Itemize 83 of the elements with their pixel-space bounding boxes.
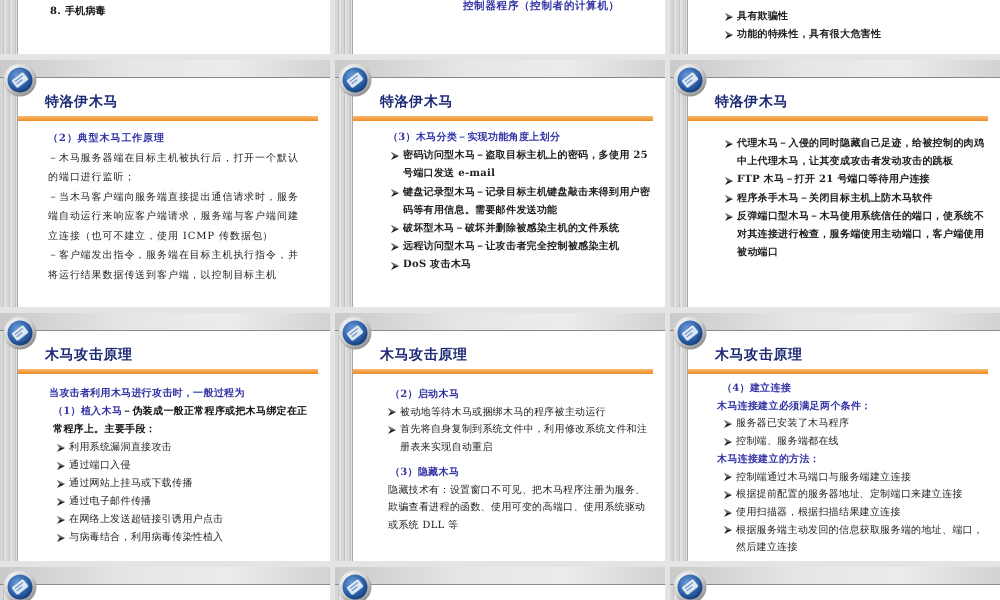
bullet-text: 利用系统漏洞直接攻击 — [69, 440, 173, 455]
slide-text: －木马服务器端在目标主机被执行后，打开一个默认的端口进行监听； — [48, 152, 300, 185]
slide-heading: （2）启动木马 — [389, 387, 460, 402]
slide-heading: （3）木马分类－实现功能角度上划分 — [388, 130, 562, 145]
slide-heading: （3）隐藏木马 — [389, 466, 460, 480]
bullet-text: 首先将自身复制到系统文件中，利用修改系统文件和注册表来实现自动重启 — [400, 422, 648, 454]
arrowhead-bullet-icon — [391, 152, 399, 160]
slide-title: 特洛伊木马 — [380, 93, 454, 111]
round-logo-icon — [3, 63, 37, 97]
arrowhead-bullet-icon — [725, 212, 733, 221]
round-logo-icon — [338, 63, 372, 97]
slide-title: 特洛伊木马 — [715, 93, 789, 111]
slide-heading: 当攻击者利用木马进行攻击时，一般过程为 — [49, 386, 246, 401]
round-logo-icon — [3, 570, 37, 600]
round-logo-icon — [338, 316, 372, 350]
arrowhead-bullet-icon — [391, 262, 399, 270]
arrowhead-bullet-icon — [725, 194, 733, 203]
slide-title: 特洛伊木马 — [45, 93, 119, 111]
slide-text: 8. 手机病毒 — [50, 4, 108, 19]
bullet-text: 在网络上发送超链接引诱用户点击 — [69, 512, 224, 527]
arrowhead-bullet-icon — [57, 444, 65, 452]
arrowhead-bullet-icon — [388, 426, 396, 434]
bullet-text: 代理木马－入侵的同时隐藏自己足迹，给被控制的肉鸡中上代理木马，让其变成攻击者发动攻击的跳板 — [737, 136, 986, 170]
bullet-text: 使用扫描器，根据扫描结果建立连接 — [736, 506, 902, 520]
round-logo-icon — [3, 316, 37, 350]
slide-heading: （2）典型木马工作原理 — [48, 132, 166, 146]
slide-title: 木马攻击原理 — [45, 346, 134, 364]
round-logo-icon — [673, 570, 707, 600]
bullet-text: 服务器已安装了木马程序 — [736, 416, 850, 432]
slide-text: （1）植入木马－伪装成一般正常程序或把木马绑定在正常程序上。主要手段： — [52, 404, 308, 437]
arrowhead-bullet-icon — [724, 508, 732, 517]
slide-title: 木马攻击原理 — [380, 346, 469, 364]
bullet-text: 根据服务端主动发回的信息获取服务端的地址、端口，然后建立连接 — [736, 524, 984, 556]
arrowhead-bullet-icon — [57, 534, 65, 542]
slide-title: 木马攻击原理 — [715, 346, 804, 364]
bullet-text: 根据提前配置的服务器地址、定制端口来建立连接 — [736, 488, 964, 502]
round-logo-icon — [673, 63, 707, 97]
side-strip — [0, 0, 18, 54]
bullet-text: 与病毒结合，利用病毒传染性植入 — [69, 530, 224, 545]
arrowhead-bullet-icon — [724, 526, 732, 534]
bullet-text: 控制端通过木马端口与服务端建立连接 — [736, 470, 912, 485]
side-strip — [670, 0, 688, 54]
arrowhead-bullet-icon — [724, 473, 732, 482]
bullet-text: 远程访问型木马－让攻击者完全控制被感染主机 — [403, 239, 620, 254]
bullet-text: 具有欺骗性 — [737, 9, 790, 24]
round-logo-icon — [338, 570, 372, 600]
slide-heading: （4）建立连接 — [721, 381, 792, 396]
bullet-text: 通过端口入侵 — [69, 458, 132, 473]
arrowhead-bullet-icon — [725, 176, 733, 184]
arrowhead-bullet-icon — [391, 225, 399, 234]
bullet-text: 密码访问型木马－盗取目标主机上的密码，多使用 25 号端口发送 e-mail — [403, 148, 649, 182]
slide-text: －当木马客户端向服务端直接提出通信请求时，服务端自动运行来响应客户端请求，服务端与客户端间建立连接（也可不建立，使用 ICMP 传数据包） — [48, 190, 300, 244]
slide-heading: 木马连接建立必须满足两个条件： — [717, 399, 872, 414]
bullet-text: 通过网站上挂马或下载传播 — [69, 476, 194, 491]
bullet-text: 功能的特殊性，具有很大危害性 — [737, 27, 882, 42]
arrowhead-bullet-icon — [57, 498, 65, 506]
arrowhead-bullet-icon — [57, 480, 65, 488]
arrowhead-bullet-icon — [725, 31, 733, 39]
arrowhead-bullet-icon — [724, 420, 732, 428]
bullet-text: 键盘记录型木马－记录目标主机键盘敲击来得到用户密码等有用信息。需要邮件发送功能 — [403, 185, 652, 218]
slide-text: 隐藏技术有：设置窗口不可见、把木马程序注册为服务、欺骗查看进程的函数、使用可变的高端口、使用系统驱动或系统 DLL 等 — [388, 484, 646, 532]
bullet-text: 破坏型木马－破坏并删除被感染主机的文件系统 — [403, 221, 620, 236]
arrowhead-bullet-icon — [724, 438, 732, 446]
arrowhead-bullet-icon — [57, 462, 65, 470]
round-logo-icon — [673, 316, 707, 350]
bullet-text: 通过电子邮件传播 — [69, 494, 152, 509]
arrowhead-bullet-icon — [57, 516, 65, 524]
arrowhead-bullet-icon — [388, 408, 396, 416]
arrowhead-bullet-icon — [724, 491, 732, 500]
bullet-text: DoS 攻击木马 — [403, 258, 472, 272]
arrowhead-bullet-icon — [725, 140, 733, 148]
arrowhead-bullet-icon — [391, 188, 399, 197]
bullet-text: 反弹端口型木马－木马使用系统信任的端口，使系统不对其连接进行检查，服务端使用主动端口，客户端使用被动端口 — [737, 210, 986, 260]
bullet-text: 控制端、服务端都在线 — [736, 434, 840, 450]
bullet-text: FTP 木马－打开 21 号端口等待用户连接 — [737, 172, 932, 188]
slide-heading: 木马连接建立的方法： — [717, 452, 821, 467]
slide-text: －客户端发出指令，服务端在目标主机执行指令，并将运行结果数据传送到客户端，以控制目标主机 — [48, 248, 300, 282]
arrowhead-bullet-icon — [391, 243, 399, 252]
slide-caption: 控制器程序（控制者的计算机） — [463, 0, 621, 12]
side-strip — [335, 0, 353, 54]
arrowhead-bullet-icon — [725, 13, 733, 21]
bullet-text: 被动地等待木马或捆绑木马的程序被主动运行 — [400, 406, 607, 420]
bullet-text: 程序杀手木马－关闭目标主机上防木马软件 — [737, 191, 934, 206]
